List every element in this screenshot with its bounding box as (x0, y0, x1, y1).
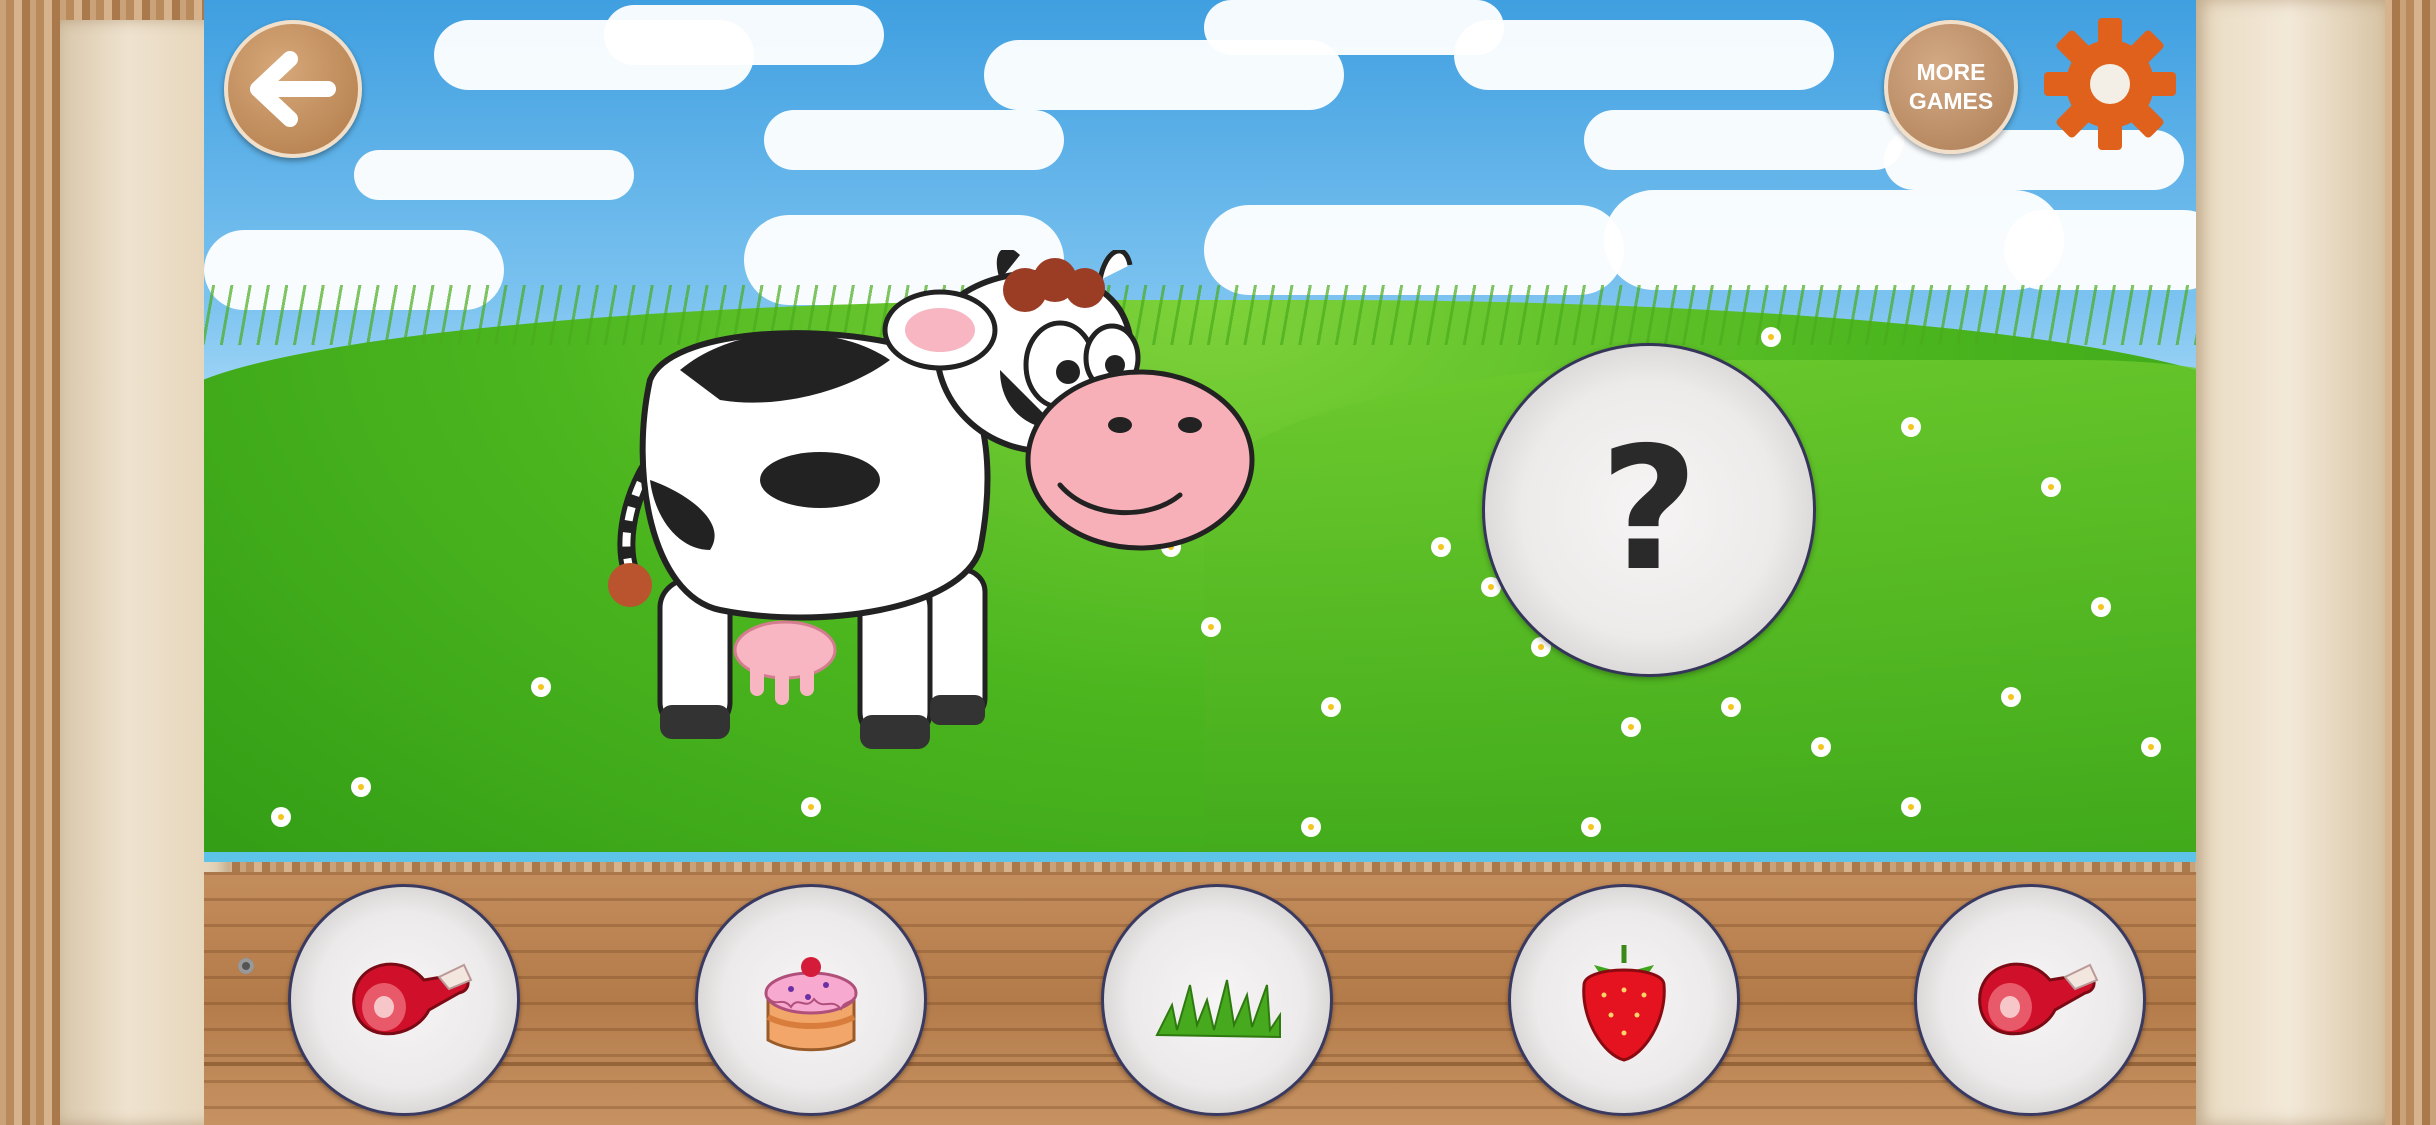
meat-icon (1978, 962, 2099, 1036)
nail-icon (238, 958, 254, 974)
grass-icon (1155, 979, 1281, 1039)
cow-character (608, 250, 1255, 749)
more-games-label: MORE GAMES (1908, 59, 1994, 114)
paper-right-border (2195, 0, 2385, 1125)
cake-icon (764, 957, 858, 1052)
back-arrow-icon (250, 51, 336, 127)
more-games-button[interactable]: MORE GAMES (1884, 20, 2018, 154)
food-option-meat-2[interactable] (1914, 884, 2146, 1116)
back-button[interactable] (224, 20, 362, 158)
food-option-strawberry[interactable] (1508, 884, 1740, 1116)
strawberry-icon (1582, 945, 1666, 1062)
meat-icon (352, 962, 473, 1036)
gear-icon (2044, 18, 2176, 150)
question-mark: ? (1599, 411, 1699, 609)
food-option-cake[interactable] (695, 884, 927, 1116)
answer-drop-target[interactable]: ? (1482, 343, 1816, 677)
food-option-meat-1[interactable] (288, 884, 520, 1116)
food-option-grass[interactable] (1101, 884, 1333, 1116)
settings-button[interactable] (2042, 16, 2178, 152)
